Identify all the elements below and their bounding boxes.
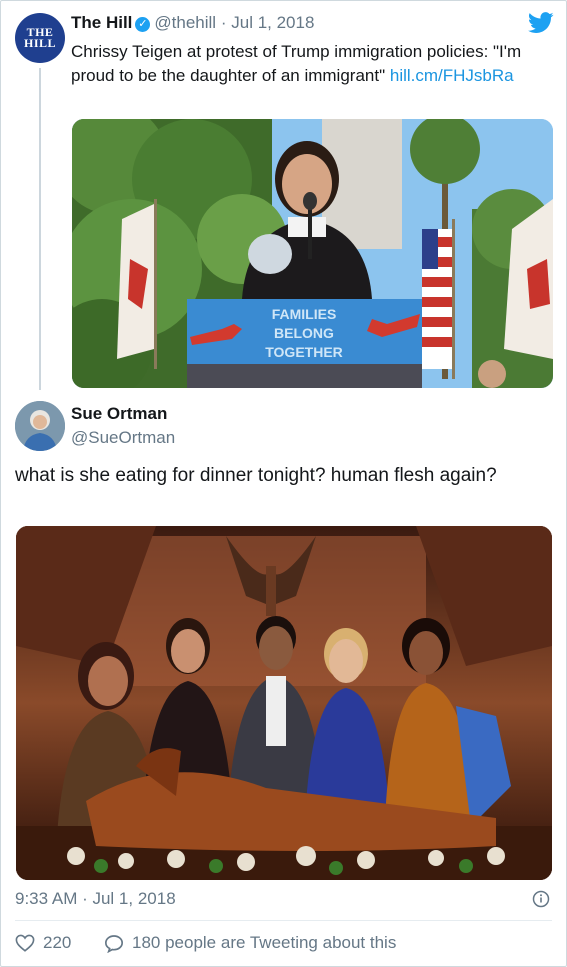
quoted-tweet-link[interactable]: hill.cm/FHJsbRa: [390, 66, 514, 85]
twitter-bird-icon[interactable]: [528, 12, 554, 34]
quoted-author-name[interactable]: The Hill: [71, 13, 132, 32]
info-icon[interactable]: [532, 890, 550, 908]
avatar-photo: [15, 401, 65, 451]
tweet-text: what is she eating for dinner tonight? h…: [15, 465, 497, 486]
avatar-text-bottom: HILL: [23, 36, 56, 50]
reply-action[interactable]: 180 people are Tweeting about this: [104, 931, 396, 955]
sue-ortman-avatar[interactable]: [15, 401, 65, 451]
verified-badge-icon: ✓: [135, 17, 151, 32]
dinner-photo-illustration: [16, 526, 552, 880]
speech-bubble-icon: [104, 934, 124, 953]
thread-line: [39, 68, 41, 390]
author-handle[interactable]: @SueOrtman: [71, 428, 175, 448]
quoted-author-handle[interactable]: @thehill: [154, 13, 216, 32]
sign-text-line-3: TOGETHER: [265, 344, 343, 360]
quoted-tweet-header: The Hill ✓ @thehill · Jul 1, 2018: [71, 13, 314, 33]
quoted-tweet-date[interactable]: Jul 1, 2018: [231, 13, 314, 32]
sign-text-line-1: FAMILIES: [272, 306, 337, 322]
tweet-timestamp[interactable]: 9:33 AM · Jul 1, 2018: [15, 889, 176, 909]
like-action[interactable]: 220: [15, 931, 71, 955]
heart-icon: [15, 934, 35, 952]
header-separator: ·: [220, 13, 227, 32]
protest-photo-illustration: FAMILIES BELONG TOGETHER: [72, 119, 553, 388]
divider: [15, 920, 552, 921]
dinner-photo[interactable]: [16, 526, 552, 880]
the-hill-avatar[interactable]: THE HILL: [15, 13, 65, 63]
likes-count: 220: [43, 933, 72, 952]
author-name[interactable]: Sue Ortman: [71, 404, 167, 424]
protest-photo[interactable]: FAMILIES BELONG TOGETHER: [72, 119, 553, 388]
sign-text-line-2: BELONG: [274, 325, 334, 341]
quoted-tweet-text: Chrissy Teigen at protest of Trump immig…: [71, 40, 541, 88]
tweeting-about-text: 180 people are Tweeting about this: [132, 933, 397, 952]
